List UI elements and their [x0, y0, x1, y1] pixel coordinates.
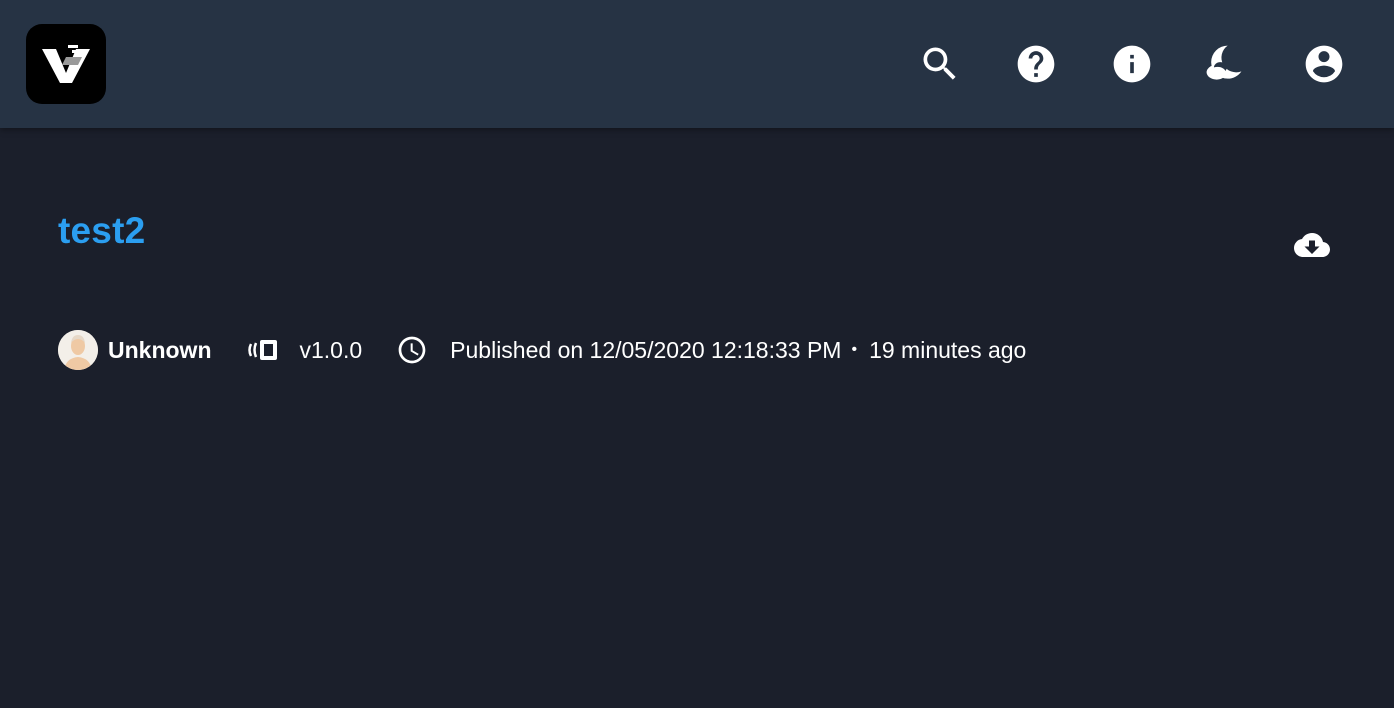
account-icon	[1305, 45, 1343, 83]
download-button[interactable]	[1290, 226, 1334, 264]
info-button[interactable]	[1108, 40, 1156, 88]
separator-dot: •	[851, 341, 858, 358]
package-title[interactable]: test2	[58, 210, 145, 252]
cloud-download-icon	[1294, 233, 1330, 257]
search-button[interactable]	[916, 40, 964, 88]
version-label: v1.0.0	[299, 336, 363, 363]
package-meta: Unknown v1.0.0 Published on 12/05/2020 1…	[58, 330, 1026, 370]
version-icon	[246, 338, 280, 362]
help-button[interactable]	[1012, 40, 1060, 88]
app-logo[interactable]	[26, 24, 106, 104]
relative-time: 19 minutes ago	[869, 336, 1027, 363]
v-logo-icon	[42, 45, 90, 83]
info-icon	[1113, 45, 1151, 83]
theme-toggle-button[interactable]	[1200, 40, 1248, 88]
search-icon	[923, 47, 956, 80]
help-icon	[1017, 45, 1055, 83]
account-button[interactable]	[1300, 40, 1348, 88]
clock-icon	[396, 334, 428, 366]
dark-mode-icon	[1206, 45, 1242, 80]
avatar	[58, 330, 98, 370]
published-date: Published on 12/05/2020 12:18:33 PM	[450, 336, 842, 363]
avatar-icon	[58, 330, 98, 370]
author-name[interactable]: Unknown	[108, 337, 212, 364]
app-header	[0, 0, 1394, 128]
